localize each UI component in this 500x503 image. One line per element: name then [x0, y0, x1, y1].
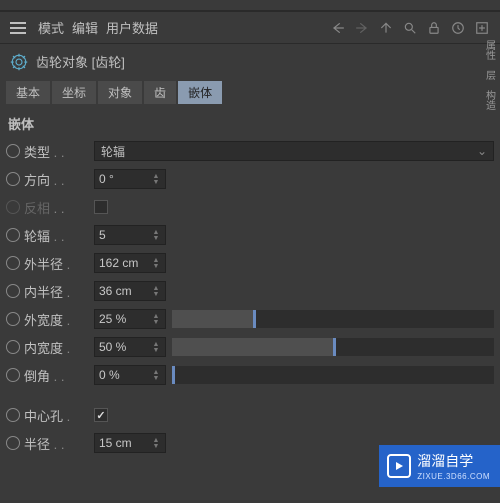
spin-down-icon[interactable]: ▼ [151, 375, 161, 381]
scope-icon[interactable] [6, 408, 20, 422]
slider-inner-width[interactable] [172, 338, 494, 356]
scope-icon[interactable] [6, 312, 20, 326]
input-bevel[interactable]: 0 % ▲▼ [94, 365, 166, 385]
rail-layer[interactable]: 层 [482, 70, 497, 80]
tab-basic[interactable]: 基本 [6, 81, 50, 104]
tab-inlay[interactable]: 嵌体 [178, 81, 222, 104]
watermark-title: 溜溜自学 [417, 451, 490, 471]
watermark: 溜溜自学 ZIXUE.3D66.COM [379, 445, 500, 487]
checkbox-invert[interactable] [94, 200, 108, 214]
input-direction[interactable]: 0 ° ▲▼ [94, 169, 166, 189]
slider-thumb[interactable] [253, 310, 256, 328]
scope-icon[interactable] [6, 436, 20, 450]
spin-down-icon[interactable]: ▼ [151, 263, 161, 269]
label-bevel: 倒角 . . [24, 366, 90, 385]
label-outer-width: 外宽度 . [24, 310, 90, 329]
menu-edit[interactable]: 编辑 [72, 18, 98, 37]
nav-back-icon[interactable] [330, 20, 346, 36]
label-inner-width: 内宽度 . [24, 338, 90, 357]
scope-icon[interactable] [6, 284, 20, 298]
checkbox-center-hole[interactable] [94, 408, 108, 422]
chevron-down-icon: ⌄ [477, 144, 487, 158]
dropdown-type[interactable]: 轮辐 ⌄ [94, 141, 494, 161]
input-outer-width[interactable]: 25 % ▲▼ [94, 309, 166, 329]
spin-down-icon[interactable]: ▼ [151, 235, 161, 241]
label-spokes: 轮辐 . . [24, 226, 90, 245]
label-radius: 半径 . . [24, 434, 90, 453]
rail-structure[interactable]: 构造 [482, 90, 497, 110]
label-center-hole: 中心孔 . [24, 406, 90, 425]
gear-object-icon [10, 53, 28, 71]
hamburger-menu[interactable] [10, 22, 26, 34]
scope-icon-disabled [6, 200, 20, 214]
rail-attributes[interactable]: 属性 [482, 40, 497, 60]
slider-thumb[interactable] [333, 338, 336, 356]
spin-down-icon[interactable]: ▼ [151, 179, 161, 185]
watermark-sub: ZIXUE.3D66.COM [417, 472, 490, 481]
slider-thumb[interactable] [172, 366, 175, 384]
object-title: 齿轮对象 [齿轮] [36, 52, 125, 71]
tab-coord[interactable]: 坐标 [52, 81, 96, 104]
input-outer-radius[interactable]: 162 cm ▲▼ [94, 253, 166, 273]
spin-down-icon[interactable]: ▼ [151, 443, 161, 449]
menu-mode[interactable]: 模式 [38, 18, 64, 37]
spin-down-icon[interactable]: ▼ [151, 291, 161, 297]
nav-up-icon[interactable] [378, 20, 394, 36]
menu-user-data[interactable]: 用户数据 [106, 18, 158, 37]
section-title-inlay: 嵌体 [0, 104, 500, 139]
input-spokes[interactable]: 5 ▲▼ [94, 225, 166, 245]
input-inner-width[interactable]: 50 % ▲▼ [94, 337, 166, 357]
scope-icon[interactable] [6, 228, 20, 242]
scope-icon[interactable] [6, 172, 20, 186]
input-radius[interactable]: 15 cm ▲▼ [94, 433, 166, 453]
nav-forward-icon [354, 20, 370, 36]
spin-down-icon[interactable]: ▼ [151, 319, 161, 325]
scope-icon[interactable] [6, 144, 20, 158]
label-inner-radius: 内半径 . [24, 282, 90, 301]
slider-bevel[interactable] [172, 366, 494, 384]
slider-outer-width[interactable] [172, 310, 494, 328]
label-invert: 反相 . . [24, 198, 90, 217]
label-outer-radius: 外半径 . [24, 254, 90, 273]
search-icon[interactable] [402, 20, 418, 36]
scope-icon[interactable] [6, 368, 20, 382]
tab-object[interactable]: 对象 [98, 81, 142, 104]
spin-down-icon[interactable]: ▼ [151, 347, 161, 353]
lock-icon[interactable] [426, 20, 442, 36]
dropdown-type-value: 轮辐 [101, 143, 125, 160]
scope-icon[interactable] [6, 256, 20, 270]
scope-icon[interactable] [6, 340, 20, 354]
input-inner-radius[interactable]: 36 cm ▲▼ [94, 281, 166, 301]
label-direction: 方向 . . [24, 170, 90, 189]
label-type: 类型 . . [24, 142, 90, 161]
tab-teeth[interactable]: 齿 [144, 81, 176, 104]
play-icon [387, 454, 411, 478]
history-icon[interactable] [450, 20, 466, 36]
